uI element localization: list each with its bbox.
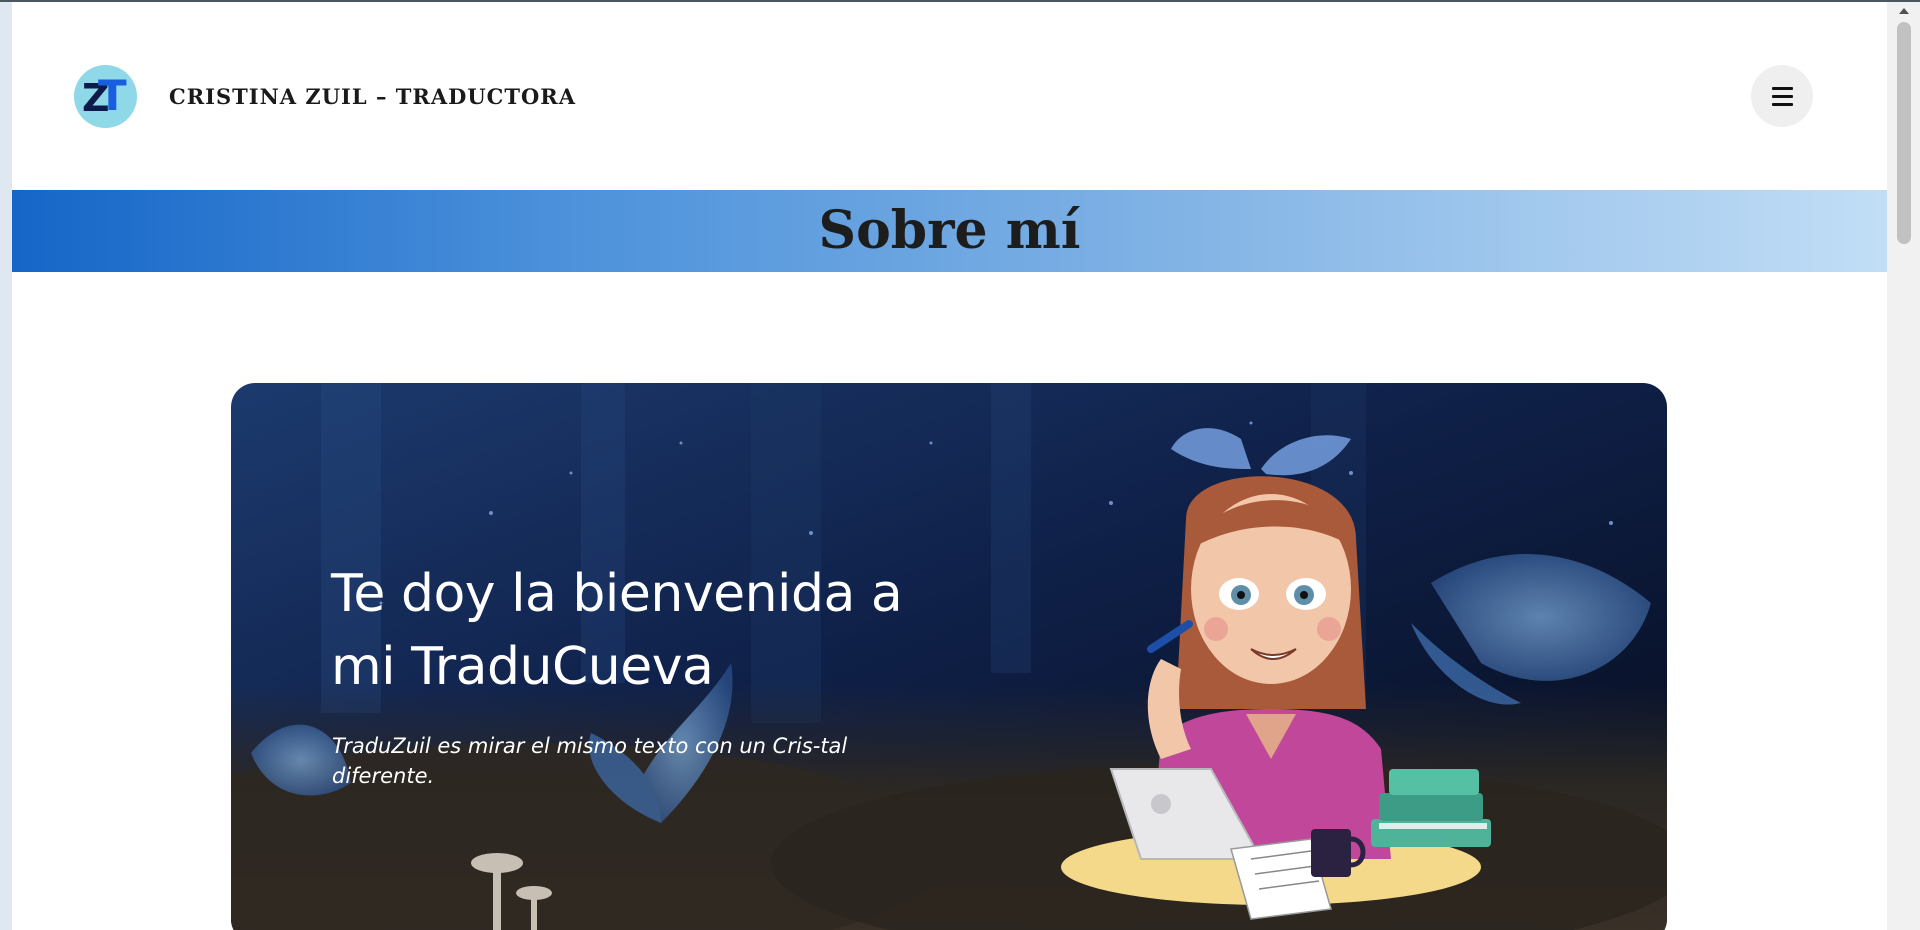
vertical-scrollbar[interactable] bbox=[1887, 2, 1920, 930]
scrollbar-thumb[interactable] bbox=[1897, 22, 1911, 244]
page-title-banner: Sobre mí bbox=[12, 190, 1887, 272]
site-header: ZT CRISTINA ZUIL – TRADUCTORA bbox=[12, 2, 1887, 190]
translator-avatar-illustration bbox=[1061, 428, 1491, 920]
hero-subtitle: TraduZuil es mirar el mismo texto con un… bbox=[332, 734, 848, 788]
page-title: Sobre mí bbox=[818, 200, 1081, 261]
hero-section: Te doy la bienvenida a mi TraduCueva Tra… bbox=[231, 383, 1667, 930]
site-title[interactable]: CRISTINA ZUIL – TRADUCTORA bbox=[169, 84, 576, 109]
menu-button[interactable] bbox=[1751, 65, 1813, 127]
hero-heading: Te doy la bienvenida a mi TraduCueva bbox=[331, 564, 903, 697]
page: ZT CRISTINA ZUIL – TRADUCTORA Sobre mí T… bbox=[12, 2, 1887, 930]
scroll-up-arrow-icon[interactable] bbox=[1899, 8, 1909, 14]
site-logo[interactable]: ZT bbox=[74, 65, 137, 128]
